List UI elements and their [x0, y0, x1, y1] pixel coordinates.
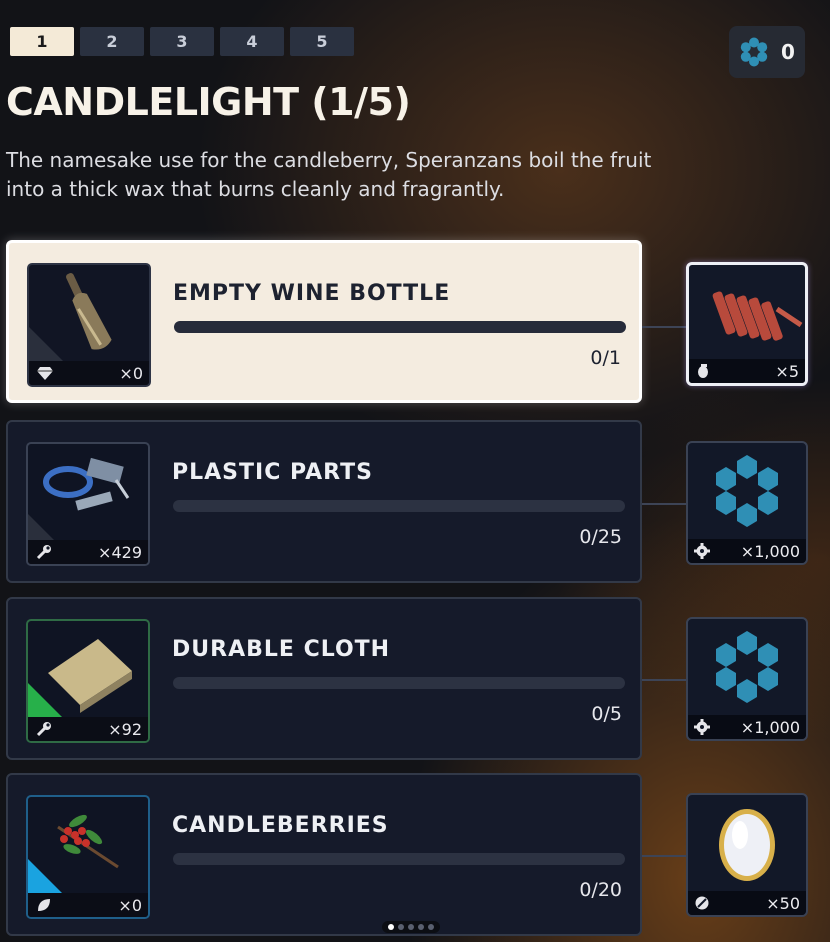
progress-bar: [173, 677, 625, 689]
tab-1[interactable]: 1: [10, 27, 74, 56]
progress-bar: [173, 853, 625, 865]
page-dot[interactable]: [418, 924, 424, 930]
tab-2[interactable]: 2: [80, 27, 144, 56]
requirement-row[interactable]: ×0 CANDLEBERRIES 0/20: [6, 773, 642, 936]
owned-count: ×0: [118, 895, 142, 915]
cloth-icon: [28, 639, 132, 717]
row-connector: [642, 679, 686, 681]
progress-bar: [174, 321, 626, 333]
gear-icon: [740, 37, 768, 67]
page-tabs: 1 2 3 4 5: [10, 27, 354, 56]
page-description: The namesake use for the candleberry, Sp…: [6, 148, 652, 201]
gold-egg-icon: [719, 809, 775, 881]
leaf-icon: [38, 899, 50, 911]
tab-4[interactable]: 4: [220, 27, 284, 56]
reward-qty: ×5: [775, 361, 799, 381]
row-connector: [642, 326, 686, 328]
page-dot[interactable]: [388, 924, 394, 930]
grenade-icon: [698, 364, 708, 378]
owned-count: ×429: [98, 542, 142, 562]
currency-count: 0: [781, 40, 795, 64]
owned-count: ×92: [108, 719, 142, 739]
item-name: DURABLE CLOTH: [172, 637, 391, 662]
row-connector: [642, 855, 686, 857]
page-dot[interactable]: [398, 924, 404, 930]
gem-icon: [37, 367, 53, 380]
item-name: EMPTY WINE BOTTLE: [173, 281, 451, 306]
tab-3[interactable]: 3: [150, 27, 214, 56]
reward-qty: ×50: [766, 893, 800, 913]
item-slot: ×0: [26, 795, 150, 919]
wine-bottle-icon: [29, 273, 112, 361]
item-name: CANDLEBERRIES: [172, 813, 389, 838]
hex-ring-icon: [716, 631, 778, 703]
item-slot: ×429: [26, 442, 150, 566]
progress-text: 0/20: [579, 879, 622, 901]
item-slot: ×0: [27, 263, 151, 387]
page-dot[interactable]: [428, 924, 434, 930]
item-name: PLASTIC PARTS: [172, 460, 373, 485]
gear-icon: [694, 543, 710, 559]
gear-icon: [694, 719, 710, 735]
dynamite-bundle-icon: [712, 291, 803, 341]
page-title: CANDLELIGHT (1/5): [6, 80, 411, 124]
candleberry-branch-icon: [28, 814, 119, 893]
reward-qty: ×1,000: [740, 541, 800, 561]
progress-text: 0/25: [579, 526, 622, 548]
reward-slot[interactable]: ×50: [686, 793, 808, 917]
currency-badge: 0: [729, 26, 805, 78]
wrench-icon: [36, 722, 51, 737]
row-connector: [642, 503, 686, 505]
page-dot[interactable]: [408, 924, 414, 930]
reward-slot[interactable]: ×5: [686, 262, 808, 386]
hex-ring-icon: [716, 455, 778, 527]
owned-count: ×0: [119, 363, 143, 383]
page-indicator: [382, 921, 440, 933]
progress-bar: [173, 500, 625, 512]
reward-slot[interactable]: ×1,000: [686, 441, 808, 565]
requirement-row[interactable]: ×92 DURABLE CLOTH 0/5: [6, 597, 642, 760]
progress-text: 0/1: [590, 347, 621, 369]
wrench-icon: [36, 545, 51, 560]
plastic-parts-icon: [28, 457, 130, 540]
requirement-row[interactable]: ×429 PLASTIC PARTS 0/25: [6, 420, 642, 583]
progress-text: 0/5: [591, 703, 622, 725]
reward-qty: ×1,000: [740, 717, 800, 737]
requirement-row[interactable]: ×0 EMPTY WINE BOTTLE 0/1: [6, 240, 642, 403]
stone-icon: [695, 896, 709, 910]
reward-slot[interactable]: ×1,000: [686, 617, 808, 741]
item-slot: ×92: [26, 619, 150, 743]
tab-5[interactable]: 5: [290, 27, 354, 56]
